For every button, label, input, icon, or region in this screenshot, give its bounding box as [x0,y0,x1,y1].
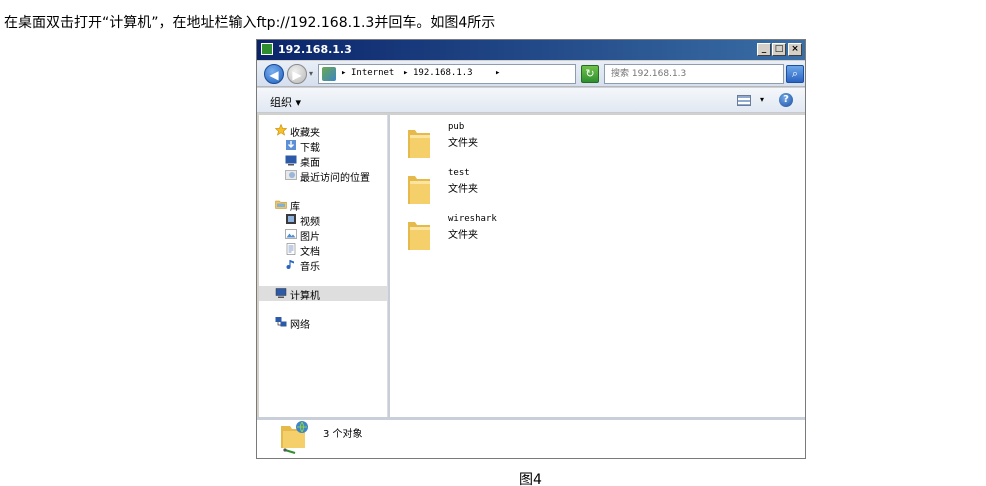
nav-label: 图片 [300,232,320,243]
folder-type: 文件夹 [448,184,478,195]
maximize-button[interactable]: □ [772,43,786,56]
help-icon[interactable]: ? [779,93,793,107]
recent-places-icon [285,170,297,180]
command-bar: 组织 ▾ ▾ ? [257,88,805,113]
computer-icon [275,288,287,298]
folder-icon [408,130,430,158]
nav-music[interactable]: 音乐 [259,257,387,273]
address-row: ◀ ▶ ▾ ▸ Internet ▸ 192.168.1.3 ▸ ▾ ↻ ⌕ [257,61,805,87]
forward-button[interactable]: ▶ [287,64,307,84]
address-bar[interactable]: ▸ Internet ▸ 192.168.1.3 ▸ ▾ [318,64,627,84]
network-icon [275,317,287,327]
nav-videos[interactable]: 视频 [259,212,387,228]
refresh-icon[interactable]: ↻ [581,65,599,83]
title-bar[interactable]: 192.168.1.3 _ □ × [257,40,805,60]
close-button[interactable]: × [788,43,802,56]
figure-caption: 图4 [519,472,542,486]
minimize-button[interactable]: _ [757,43,771,56]
nav-label: 下载 [300,143,320,154]
folder-item-pub[interactable]: pub 文件夹 [390,122,510,164]
explorer-window: 192.168.1.3 _ □ × ◀ ▶ ▾ ▸ Internet ▸ 192… [256,39,806,459]
folder-name: wireshark [448,214,497,224]
crumb-separator-icon[interactable]: ▸ [341,68,346,78]
crumb-separator-icon[interactable]: ▸ [403,68,408,78]
nav-label: 文档 [300,247,320,258]
nav-favorites[interactable]: 收藏夹 [259,123,387,139]
folder-item-wireshark[interactable]: wireshark 文件夹 [390,214,510,256]
nav-label: 音乐 [300,262,320,273]
nav-recent-places[interactable]: 最近访问的位置 [259,168,387,184]
folder-name: pub [448,122,465,132]
star-icon [275,124,287,136]
navigation-pane: 收藏夹 下载 桌面 最近访问的位置 库 视频 图片 文档 音乐 计算机 网络 [259,115,388,417]
folder-icon [408,222,430,250]
object-count: 3 个对象 [323,429,363,440]
nav-pictures[interactable]: 图片 [259,227,387,243]
window-title: 192.168.1.3 [278,43,352,56]
nav-computer[interactable]: 计算机 [259,286,387,302]
details-pane: 3 个对象 [257,420,805,458]
view-dropdown-icon[interactable]: ▾ [760,95,764,104]
window-icon [261,43,273,55]
nav-libraries[interactable]: 库 [259,197,387,213]
nav-network[interactable]: 网络 [259,315,387,331]
downloads-icon [286,140,296,150]
library-icon [275,200,287,209]
intro-text: 在桌面双击打开“计算机”，在地址栏输入ftp://192.168.1.3并回车。… [4,15,496,31]
nav-label: 库 [290,202,300,213]
desktop-icon [285,155,297,166]
nav-desktop[interactable]: 桌面 [259,153,387,169]
documents-icon [286,243,296,255]
music-icon [286,260,294,269]
nav-label: 桌面 [300,158,320,169]
file-list: pub 文件夹 test 文件夹 wireshark 文件夹 [390,115,805,417]
crumb-host[interactable]: 192.168.1.3 [413,68,473,78]
nav-label: 最近访问的位置 [300,173,370,184]
folder-icon [408,176,430,204]
search-icon[interactable]: ⌕ [786,65,804,83]
nav-label: 视频 [300,217,320,228]
crumb-separator-icon[interactable]: ▸ [495,68,500,78]
ftp-location-icon [281,421,308,454]
crumb-internet[interactable]: Internet [351,68,394,78]
nav-label: 计算机 [290,291,320,302]
nav-label: 网络 [290,320,310,331]
nav-label: 收藏夹 [290,128,320,139]
organize-button[interactable]: 组织 ▾ [270,94,301,110]
folder-type: 文件夹 [448,230,478,241]
folder-item-test[interactable]: test 文件夹 [390,168,510,210]
folder-type: 文件夹 [448,138,478,149]
search-input[interactable] [605,65,783,83]
recent-pages-dropdown-icon[interactable]: ▾ [309,69,313,78]
back-button[interactable]: ◀ [264,64,284,84]
search-box[interactable] [604,64,784,84]
change-view-icon[interactable] [737,95,751,106]
nav-downloads[interactable]: 下载 [259,138,387,154]
videos-icon [286,214,296,224]
internet-icon [322,67,336,81]
nav-documents[interactable]: 文档 [259,242,387,258]
folder-name: test [448,168,470,178]
pictures-icon [285,229,297,239]
